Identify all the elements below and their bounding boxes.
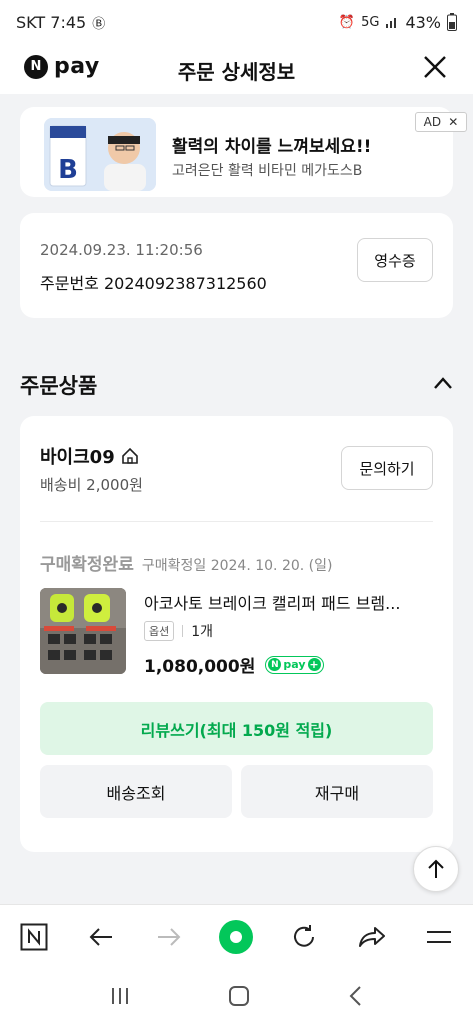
product-price: 1,080,000원: [144, 657, 256, 677]
arrow-left-icon: [89, 927, 113, 946]
product-name[interactable]: 아코사토 브레이크 캘리퍼 패드 브렘...: [144, 590, 434, 614]
ad-product-image: B: [44, 118, 156, 191]
ad-title: 활력의 차이를 느껴보세요!!: [172, 137, 372, 157]
reorder-button[interactable]: 재구매: [241, 765, 433, 818]
home-nav-icon[interactable]: [228, 985, 250, 1007]
b-icon: Ⓑ: [92, 16, 106, 32]
network-label: 5G: [361, 14, 380, 30]
menu-button[interactable]: [419, 917, 459, 957]
hamburger-icon: [427, 930, 452, 943]
ad-subtitle: 고려은단 활력 비타민 메가도스B: [172, 163, 363, 179]
page-header: N pay 주문 상세정보: [0, 44, 473, 94]
option-row: 옵션 1개: [144, 621, 213, 641]
order-number: 주문번호 2024092387312560: [40, 274, 267, 293]
plus-icon: +: [307, 658, 321, 671]
browser-toolbar: [0, 904, 473, 968]
ad-close-icon[interactable]: ✕: [448, 115, 458, 129]
order-product-card: 바이크09 배송비 2,000원 문의하기 구매확정완료 구매확정일 2024.…: [20, 416, 453, 852]
signal-icon: [386, 18, 397, 28]
forward-button[interactable]: [149, 917, 189, 957]
svg-text:B: B: [58, 155, 78, 185]
naver-n-icon: [20, 923, 48, 950]
npay-plus-badge: N pay +: [265, 655, 324, 674]
ad-badge[interactable]: AD ✕: [415, 112, 467, 132]
page-title: 주문 상세정보: [177, 60, 296, 84]
option-badge: 옵션: [144, 621, 175, 641]
status-time: SKT 7:45: [16, 12, 87, 32]
track-shipping-button[interactable]: 배송조회: [40, 765, 232, 818]
share-icon: [358, 926, 385, 947]
order-info-card: 2024.09.23. 11:20:56 주문번호 20240923873125…: [20, 213, 453, 318]
status-bar: SKT 7:45 Ⓑ ⏰ 5G 43%: [0, 0, 473, 44]
ad-badge-label: AD: [423, 115, 442, 129]
back-button[interactable]: [81, 917, 121, 957]
share-button[interactable]: [352, 917, 392, 957]
arrow-right-icon: [157, 927, 181, 946]
scroll-top-button[interactable]: [413, 846, 459, 892]
battery-icon: [447, 13, 457, 31]
write-review-button[interactable]: 리뷰쓰기(최대 150원 적립): [40, 702, 433, 755]
confirm-date: 구매확정일 2024. 10. 20. (일): [141, 558, 333, 574]
naver-home-button[interactable]: [14, 917, 54, 957]
alarm-icon: ⏰: [338, 14, 356, 30]
ad-banner[interactable]: B 활력의 차이를 느껴보세요!! 고려은단 활력 비타민 메가도스B AD ✕: [20, 107, 467, 197]
store-name[interactable]: 바이크09: [40, 443, 139, 469]
battery-level: 43%: [405, 12, 441, 32]
green-dot-icon: [219, 919, 254, 954]
order-datetime: 2024.09.23. 11:20:56: [40, 241, 203, 259]
arrow-up-icon: [428, 859, 444, 878]
system-navigation-bar: [0, 968, 473, 1024]
npay-badge-text: pay: [283, 658, 306, 671]
quantity: 1개: [191, 624, 214, 640]
section-title: 주문상품: [20, 374, 98, 398]
status-label: 구매확정완료: [40, 555, 134, 575]
recent-apps-icon[interactable]: [109, 986, 131, 1006]
shipping-fee: 배송비 2,000원: [40, 476, 143, 494]
refresh-icon: [294, 924, 315, 947]
receipt-button[interactable]: 영수증: [357, 238, 433, 282]
store-name-label: 바이크09: [40, 447, 115, 468]
product-image[interactable]: [40, 588, 126, 674]
back-nav-icon[interactable]: [348, 985, 364, 1007]
npay-n-icon: N: [268, 658, 282, 671]
home-icon: [121, 447, 138, 464]
close-icon[interactable]: [421, 53, 449, 81]
price-row: 1,080,000원 N pay +: [144, 652, 324, 677]
option-separator: [182, 625, 184, 637]
inquiry-button[interactable]: 문의하기: [341, 446, 433, 490]
purchase-status: 구매확정완료 구매확정일 2024. 10. 20. (일): [40, 550, 332, 575]
refresh-button[interactable]: [284, 917, 324, 957]
green-dot-button[interactable]: [216, 917, 256, 957]
chevron-up-icon[interactable]: [433, 376, 453, 390]
divider: [40, 521, 433, 522]
